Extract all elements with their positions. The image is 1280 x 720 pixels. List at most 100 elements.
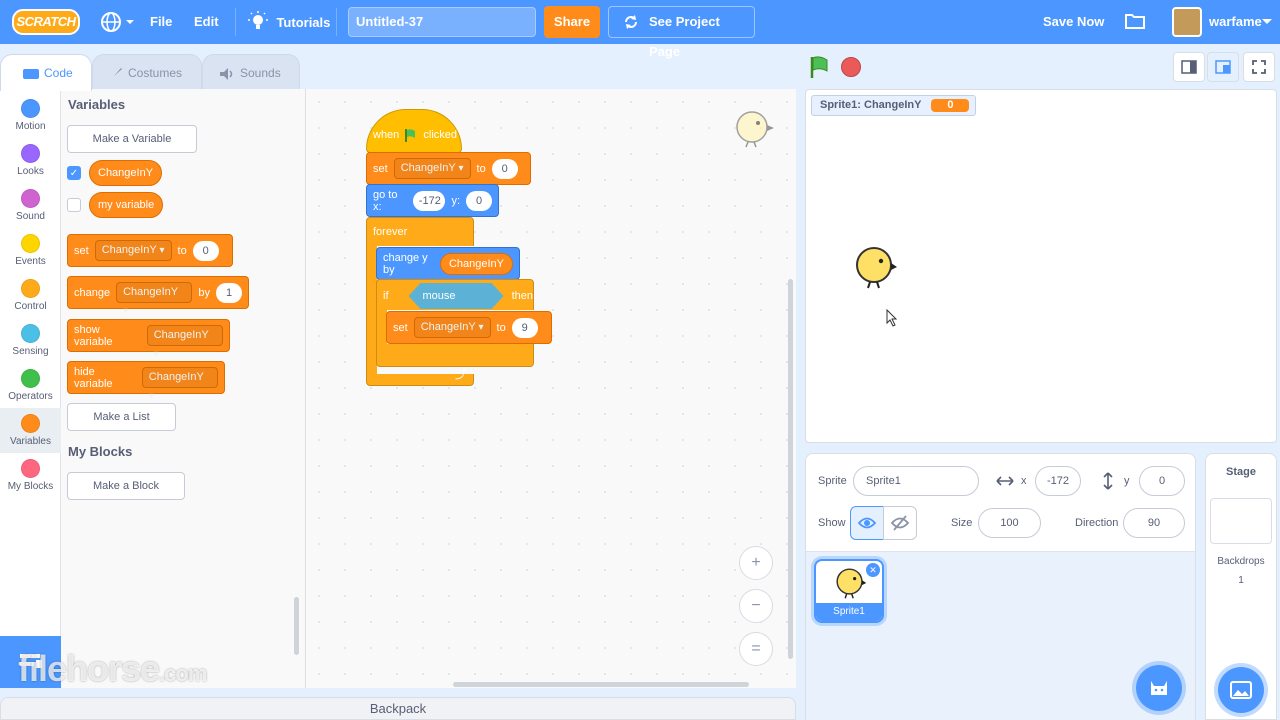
direction-input[interactable]: 90 bbox=[1123, 508, 1185, 538]
eye-icon bbox=[857, 517, 877, 529]
size-label: Size bbox=[951, 517, 973, 529]
sensing-dot-icon bbox=[21, 324, 40, 343]
make-variable-button[interactable]: Make a Variable bbox=[67, 125, 197, 153]
change-variable-block[interactable]: change ChangeInY by 1 bbox=[67, 276, 249, 309]
variable-dropdown[interactable]: ChangeInY bbox=[94, 240, 172, 261]
project-title-input[interactable]: Untitled-37 bbox=[348, 7, 536, 37]
hide-sprite-button[interactable] bbox=[883, 506, 917, 540]
language-menu[interactable] bbox=[100, 10, 138, 34]
variable-dropdown[interactable]: ChangeInY bbox=[413, 317, 491, 338]
set-variable-block[interactable]: set ChangeInY to 0 bbox=[366, 152, 531, 185]
tab-costumes[interactable]: Costumes bbox=[92, 54, 202, 90]
set-variable-block[interactable]: set ChangeInY to 0 bbox=[67, 234, 233, 267]
x-input[interactable]: -172 bbox=[412, 190, 446, 211]
sprite-name-input[interactable]: Sprite1 bbox=[853, 466, 979, 496]
zoom-in-button[interactable]: + bbox=[739, 546, 773, 580]
scratch-logo[interactable]: SCRATCH bbox=[12, 9, 80, 35]
large-stage-button[interactable] bbox=[1207, 52, 1239, 82]
backpack[interactable]: Backpack bbox=[0, 697, 796, 720]
mouse-down-condition[interactable]: mouse down? bbox=[409, 283, 504, 309]
menu-bar: SCRATCH File Edit Tutorials Untitled-37 … bbox=[0, 0, 1280, 59]
see-project-page-button[interactable]: See Project Page bbox=[608, 6, 755, 59]
when-flag-clicked-block[interactable]: when clicked bbox=[366, 109, 462, 153]
username-label[interactable]: warfame bbox=[1209, 14, 1262, 29]
share-button[interactable]: Share bbox=[544, 6, 600, 38]
script-area[interactable]: forever ⤴ when clicked set ChangeInY to … bbox=[306, 89, 796, 688]
block-palette: Variables Make a Variable ✓ ChangeInY my… bbox=[61, 89, 306, 688]
value-input[interactable]: 0 bbox=[192, 240, 219, 261]
category-sensing[interactable]: Sensing bbox=[0, 318, 61, 363]
category-label: Sensing bbox=[12, 346, 49, 357]
fullscreen-button[interactable] bbox=[1243, 52, 1275, 82]
my-stuff-button[interactable] bbox=[1124, 11, 1146, 36]
reporter-changeiny[interactable]: ChangeInY bbox=[439, 252, 513, 275]
lightbulb-icon bbox=[248, 11, 268, 29]
choose-sprite-button[interactable] bbox=[1136, 665, 1182, 711]
x-input[interactable]: -172 bbox=[1035, 466, 1081, 496]
zoom-out-button[interactable]: − bbox=[739, 589, 773, 623]
green-flag-button[interactable] bbox=[809, 56, 831, 78]
hide-variable-block[interactable]: hide variable ChangeInY bbox=[67, 361, 225, 394]
sprite-tile[interactable]: ✕ Sprite1 bbox=[814, 559, 884, 623]
var-checkbox-changeiny[interactable]: ✓ bbox=[67, 166, 81, 180]
tab-code[interactable]: Code bbox=[0, 54, 92, 91]
stage[interactable]: Sprite1: ChangeInY 0 bbox=[805, 89, 1277, 443]
value-input[interactable]: 1 bbox=[216, 282, 242, 303]
palette-scrollbar[interactable] bbox=[294, 597, 299, 655]
script-vertical-scrollbar[interactable] bbox=[788, 279, 793, 659]
category-my-blocks[interactable]: My Blocks bbox=[0, 453, 61, 498]
variable-dropdown[interactable]: ChangeInY bbox=[393, 158, 471, 179]
size-input[interactable]: 100 bbox=[978, 508, 1041, 538]
small-stage-icon bbox=[1181, 60, 1197, 74]
brush-icon bbox=[111, 67, 122, 80]
category-events[interactable]: Events bbox=[0, 228, 61, 273]
variable-dropdown[interactable]: ChangeInY bbox=[141, 367, 218, 388]
stage-thumbnail[interactable] bbox=[1210, 498, 1272, 544]
eye-slash-icon bbox=[890, 515, 910, 531]
delete-sprite-icon[interactable]: ✕ bbox=[866, 563, 880, 577]
forever-label: forever bbox=[373, 226, 408, 238]
reporter-changeiny[interactable]: ChangeInY bbox=[89, 160, 163, 186]
value-input[interactable]: 9 bbox=[511, 317, 538, 338]
if-header: if mouse down? then bbox=[383, 283, 533, 309]
script-horizontal-scrollbar[interactable] bbox=[453, 682, 749, 687]
chevron-down-icon[interactable] bbox=[1262, 18, 1272, 26]
y-input[interactable]: 0 bbox=[466, 190, 492, 211]
make-list-button[interactable]: Make a List bbox=[67, 403, 176, 431]
variable-dropdown[interactable]: ChangeInY bbox=[146, 325, 223, 346]
variable-dropdown[interactable]: ChangeInY bbox=[116, 282, 193, 303]
category-control[interactable]: Control bbox=[0, 273, 61, 318]
category-label: Looks bbox=[17, 166, 44, 177]
change-y-by-block[interactable]: change y by ChangeInY bbox=[376, 247, 520, 280]
tab-sounds[interactable]: Sounds bbox=[202, 54, 300, 90]
zoom-reset-button[interactable]: = bbox=[739, 632, 773, 666]
category-sound[interactable]: Sound bbox=[0, 183, 61, 228]
choose-backdrop-button[interactable] bbox=[1218, 667, 1264, 713]
show-variable-block[interactable]: show variable ChangeInY bbox=[67, 319, 230, 352]
small-stage-button[interactable] bbox=[1173, 52, 1205, 82]
save-now-button[interactable]: Save Now bbox=[1043, 14, 1104, 29]
reporter-my-variable[interactable]: my variable bbox=[89, 192, 164, 218]
stop-button[interactable] bbox=[841, 57, 861, 77]
show-sprite-button[interactable] bbox=[850, 506, 884, 540]
variable-monitor[interactable]: Sprite1: ChangeInY 0 bbox=[811, 95, 977, 116]
set-variable-block[interactable]: set ChangeInY to 9 bbox=[386, 311, 552, 344]
make-block-button[interactable]: Make a Block bbox=[67, 472, 185, 500]
category-motion[interactable]: Motion bbox=[0, 93, 61, 138]
value-input[interactable]: 0 bbox=[491, 158, 518, 179]
go-to-xy-block[interactable]: go to x: -172 y: 0 bbox=[366, 184, 499, 217]
avatar[interactable] bbox=[1172, 7, 1202, 37]
tutorials-button[interactable]: Tutorials bbox=[248, 11, 330, 33]
category-variables[interactable]: Variables bbox=[0, 408, 61, 453]
sprite-list: ✕ Sprite1 bbox=[806, 552, 1195, 720]
block-text: set bbox=[373, 162, 388, 175]
var-checkbox-my-variable[interactable] bbox=[67, 198, 81, 212]
chick-sprite[interactable] bbox=[854, 245, 898, 289]
category-looks[interactable]: Looks bbox=[0, 138, 61, 183]
monitor-label: Sprite1: ChangeInY bbox=[820, 99, 922, 111]
file-menu[interactable]: File bbox=[150, 14, 172, 29]
edit-menu[interactable]: Edit bbox=[194, 14, 219, 29]
y-input[interactable]: 0 bbox=[1139, 466, 1185, 496]
stage-target-pane[interactable]: Stage Backdrops 1 bbox=[1205, 453, 1277, 720]
category-operators[interactable]: Operators bbox=[0, 363, 61, 408]
